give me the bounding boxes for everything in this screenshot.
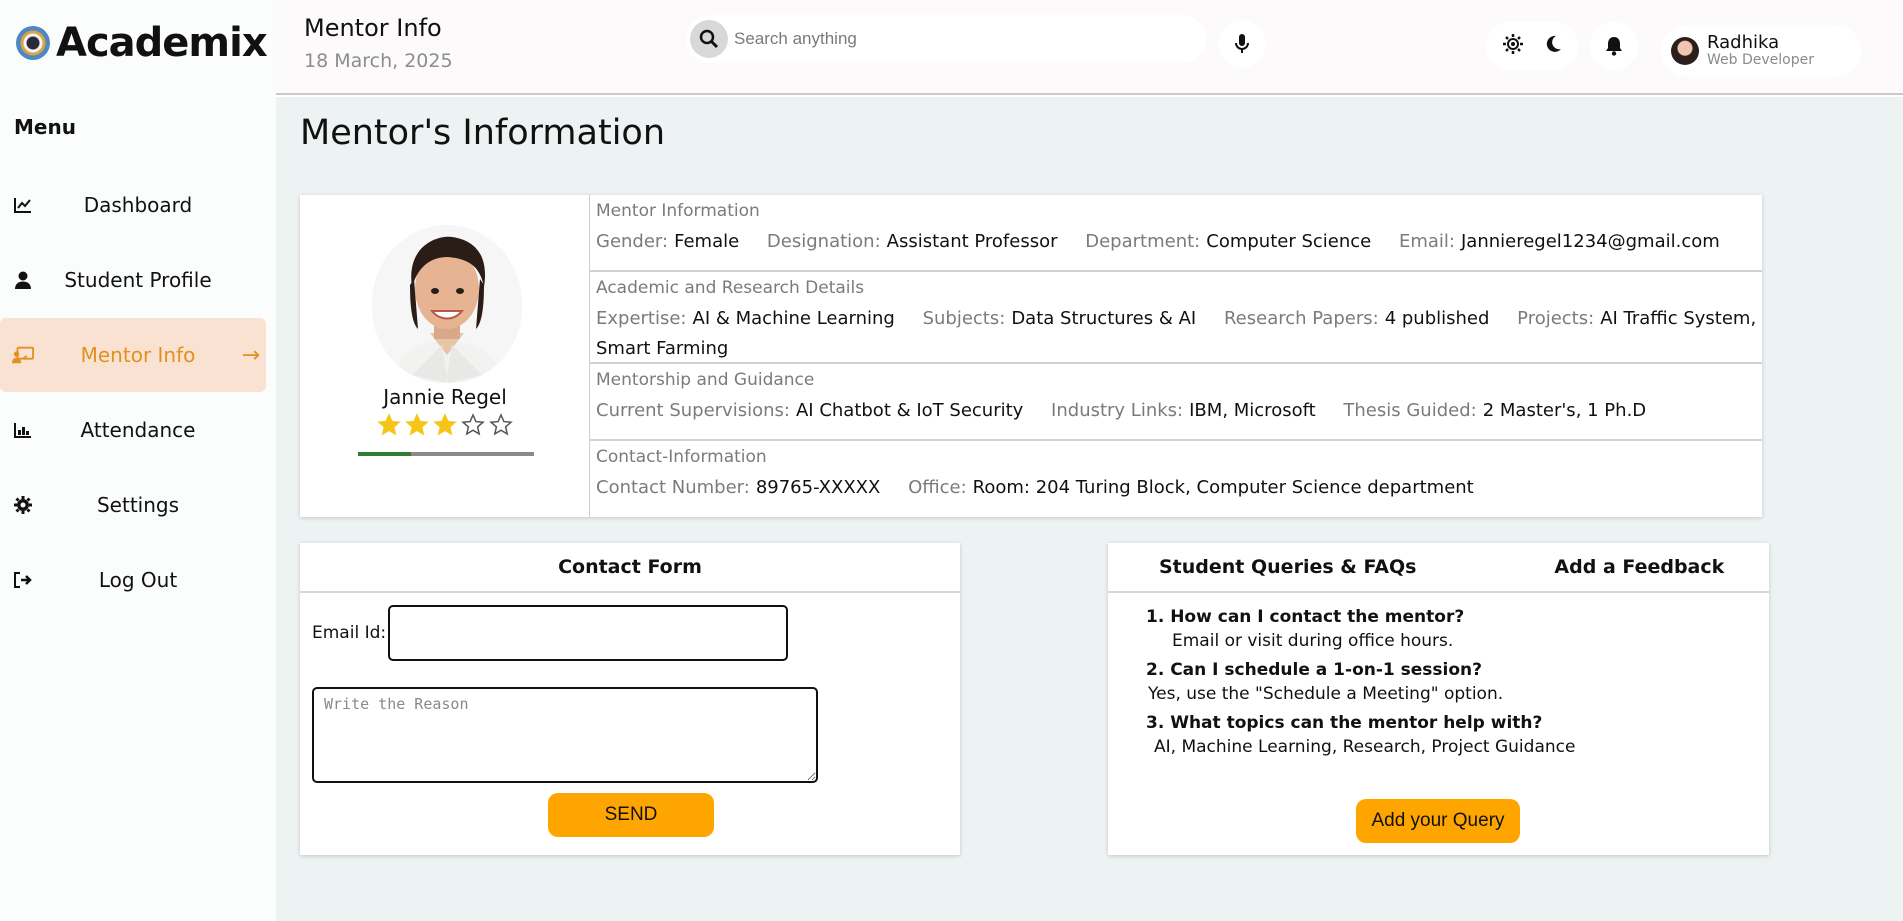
tab-student-queries[interactable]: Student Queries & FAQs [1159, 556, 1416, 578]
search-bar [686, 15, 1206, 63]
theme-toggle[interactable] [1486, 22, 1578, 70]
sidebar: Academix Menu Dashboard Student Profile … [0, 0, 276, 921]
star-filled-icon [377, 413, 401, 436]
mentor-info-card: Jannie Regel Mentor Information Gender: F… [300, 195, 1762, 517]
sidebar-item-label: Dashboard [83, 193, 193, 217]
section-title: Contact-Information [596, 447, 767, 467]
mentor-progress-bar [358, 452, 534, 456]
field-contact-number: Contact Number: 89765-XXXXX [596, 477, 881, 498]
star-empty-icon [489, 413, 513, 436]
search-icon[interactable] [690, 20, 728, 58]
faq-answer: Email or visit during office hours. [1172, 631, 1454, 651]
reason-textarea[interactable] [312, 687, 818, 783]
moon-icon[interactable] [1544, 35, 1562, 57]
field-thesis-guided: Thesis Guided: 2 Master's, 1 Ph.D [1343, 400, 1647, 421]
faq-list: 1. How can I contact the mentor? Email o… [1146, 607, 1575, 766]
chart-line-icon [12, 194, 34, 216]
user-name: Radhika [1707, 32, 1780, 54]
faq-item: 2. Can I schedule a 1-on-1 session? Yes,… [1146, 660, 1575, 704]
faq-question: 1. How can I contact the mentor? [1146, 607, 1465, 627]
page-heading: Mentor Info [304, 14, 442, 42]
sidebar-item-logout[interactable]: Log Out [0, 543, 266, 617]
sun-gear-icon[interactable] [1502, 34, 1523, 58]
star-filled-icon [405, 413, 429, 436]
send-button[interactable]: SEND [548, 793, 714, 837]
top-bar: Mentor Info 18 March, 2025 Radhika Web D… [276, 0, 1903, 95]
section-mentorship-guidance: Mentorship and Guidance Current Supervis… [590, 364, 1762, 441]
contact-form-card: Contact Form Email Id: SEND [300, 543, 960, 855]
main-content: Mentor's Information Jannie Regel Mentor… [276, 97, 1903, 921]
user-role: Web Developer [1707, 52, 1814, 69]
arrow-right-icon: → [241, 342, 260, 368]
field-department: Department: Computer Science [1085, 231, 1372, 252]
sidebar-item-label: Settings [96, 493, 180, 517]
app-name: Academix [56, 20, 268, 66]
user-icon [12, 269, 34, 291]
tab-add-feedback[interactable]: Add a Feedback [1554, 556, 1724, 578]
rating-stars [300, 413, 590, 437]
sidebar-item-label: Student Profile [64, 268, 212, 292]
bar-chart-icon [12, 419, 34, 441]
mentor-profile-pane: Jannie Regel [300, 195, 590, 517]
section-title: Academic and Research Details [596, 278, 865, 298]
notifications-button[interactable] [1590, 22, 1638, 70]
section-title: Mentor Information [596, 201, 760, 221]
mentor-photo [372, 225, 522, 383]
sidebar-item-label: Mentor Info [80, 343, 196, 367]
sidebar-item-student-profile[interactable]: Student Profile [0, 243, 266, 317]
sidebar-item-settings[interactable]: Settings [0, 468, 266, 542]
field-gender: Gender: Female [596, 231, 740, 252]
add-query-button[interactable]: Add your Query [1356, 799, 1520, 843]
section-academic-research: Academic and Research Details Expertise:… [590, 272, 1762, 364]
progress-fill [358, 452, 411, 456]
field-email: Email: Jannieregel1234@gmail.com [1398, 231, 1720, 252]
email-label: Email Id: [312, 623, 387, 643]
field-research-papers: Research Papers: 4 published [1223, 308, 1490, 329]
field-designation: Designation: Assistant Professor [766, 231, 1058, 252]
contact-form-title: Contact Form [300, 543, 960, 593]
section-title: Mentorship and Guidance [596, 370, 815, 390]
faq-answer: AI, Machine Learning, Research, Project … [1154, 737, 1576, 757]
email-field[interactable] [388, 605, 788, 661]
star-filled-icon [433, 413, 457, 436]
page-date: 18 March, 2025 [304, 50, 453, 72]
faq-question: 2. Can I schedule a 1-on-1 session? [1146, 660, 1483, 680]
sidebar-item-attendance[interactable]: Attendance [0, 393, 266, 467]
faq-answer: Yes, use the "Schedule a Meeting" option… [1148, 684, 1504, 704]
logout-icon [12, 569, 34, 591]
field-subjects: Subjects: Data Structures & AI [922, 308, 1197, 329]
avatar [1671, 37, 1699, 65]
mentor-name: Jannie Regel [383, 385, 507, 409]
sidebar-item-mentor-info[interactable]: Mentor Info → [0, 318, 266, 392]
field-office: Office: Room: 204 Turing Block, Computer … [908, 477, 1474, 498]
faq-item: 1. How can I contact the mentor? Email o… [1146, 607, 1575, 651]
star-empty-icon [461, 413, 485, 436]
section-mentor-information: Mentor Information Gender: Female Designa… [590, 195, 1762, 272]
field-current-supervisions: Current Supervisions: AI Chatbot & IoT Se… [596, 400, 1024, 421]
logo-icon [16, 26, 50, 60]
sidebar-item-label: Attendance [80, 418, 196, 442]
field-expertise: Expertise: AI & Machine Learning [596, 308, 895, 329]
user-profile-chip[interactable]: Radhika Web Developer [1661, 25, 1861, 77]
app-logo[interactable]: Academix [16, 18, 268, 68]
bell-icon [1606, 37, 1622, 56]
microphone-button[interactable] [1218, 20, 1266, 68]
faq-card: Student Queries & FAQs Add a Feedback 1.… [1108, 543, 1769, 855]
field-industry-links: Industry Links: IBM, Microsoft [1051, 400, 1316, 421]
gear-icon [12, 494, 34, 516]
faq-question: 3. What topics can the mentor help with? [1146, 713, 1543, 733]
section-contact-information: Contact-Information Contact Number: 89765… [590, 441, 1762, 517]
sidebar-item-dashboard[interactable]: Dashboard [0, 168, 266, 242]
sidebar-item-label: Log Out [98, 568, 178, 592]
menu-title: Menu [14, 115, 76, 139]
microphone-icon [1235, 34, 1249, 53]
page-title: Mentor's Information [300, 113, 666, 153]
chalkboard-teacher-icon [12, 344, 34, 366]
search-input[interactable] [734, 29, 1174, 49]
faq-item: 3. What topics can the mentor help with?… [1146, 713, 1575, 757]
